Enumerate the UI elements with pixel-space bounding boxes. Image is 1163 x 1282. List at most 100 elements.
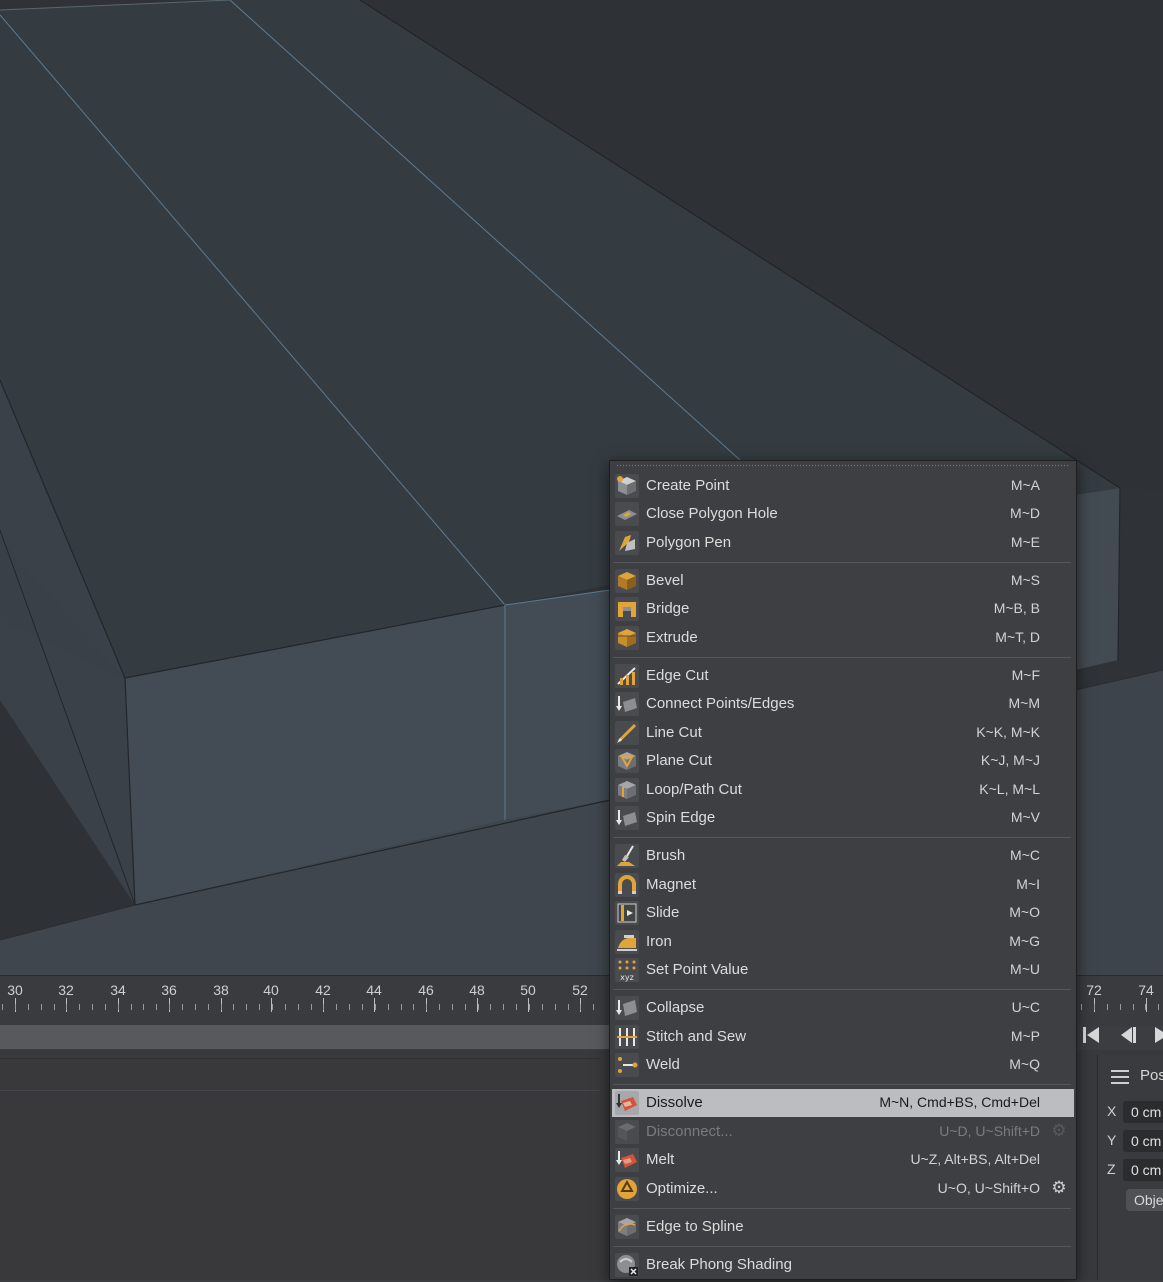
menu-item-line-cut[interactable]: Line Cut K~K, M~K: [612, 719, 1074, 747]
timeline-minor-tick: [465, 1004, 466, 1010]
divider: [0, 1058, 600, 1059]
timeline-minor-tick: [478, 1004, 479, 1010]
timeline-minor-tick: [568, 1004, 569, 1010]
menu-item-edge-cut[interactable]: Edge Cut M~F: [612, 662, 1074, 690]
timeline-major-tick: [1146, 998, 1147, 1012]
menu-item-weld[interactable]: Weld M~Q: [612, 1051, 1074, 1079]
timeline-minor-tick: [388, 1004, 389, 1010]
timeline-minor-tick: [156, 1004, 157, 1010]
timeline-minor-tick: [349, 1004, 350, 1010]
menu-item-slide[interactable]: Slide M~O: [612, 899, 1074, 927]
set-point-value-icon: xyz: [615, 958, 639, 982]
menu-item-label: Slide: [646, 904, 680, 921]
menu-item-stitch-and-sew[interactable]: Stitch and Sew M~P: [612, 1023, 1074, 1051]
melt-icon: [615, 1148, 639, 1172]
timeline-frame-label: 30: [7, 982, 23, 998]
timeline-frame-label: 42: [315, 982, 331, 998]
menu-item-polygon-pen[interactable]: Polygon Pen M~E: [612, 529, 1074, 557]
timeline-minor-tick: [233, 1004, 234, 1010]
gear-icon[interactable]: ⚙: [1050, 1179, 1068, 1197]
menu-item-label: Magnet: [646, 876, 697, 893]
menu-item-disconnect: Disconnect... U~D, U~Shift+D ⚙: [612, 1118, 1074, 1146]
mesh-context-menu: Create Point M~A Close Polygon Hole M~D Poly…: [609, 460, 1077, 1280]
menu-item-edge-to-spline[interactable]: Edge to Spline: [612, 1213, 1074, 1241]
menu-item-label: Melt: [646, 1151, 675, 1168]
menu-item-close-polygon-hole[interactable]: Close Polygon Hole M~D: [612, 500, 1074, 528]
menu-item-loop-path-cut[interactable]: Loop/Path Cut K~L, M~L: [612, 776, 1074, 804]
menu-item-label: Extrude: [646, 629, 698, 646]
menu-item-shortcut: M~B, B: [993, 600, 1040, 616]
menu-item-shortcut: M~Q: [1009, 1056, 1040, 1072]
menu-item-bridge[interactable]: Bridge M~B, B: [612, 595, 1074, 623]
timeline-minor-tick: [208, 1004, 209, 1010]
timeline-minor-tick: [259, 1004, 260, 1010]
timeline-minor-tick: [221, 1004, 222, 1010]
menu-item-label: Set Point Value: [646, 961, 749, 978]
x-label: X: [1107, 1103, 1117, 1119]
play-icon[interactable]: [1152, 1024, 1163, 1046]
create-point-icon: [615, 474, 639, 498]
menu-item-shortcut: M~U: [1010, 961, 1040, 977]
weld-icon: [615, 1053, 639, 1077]
brush-icon: [615, 844, 639, 868]
position-x-field[interactable]: 0 cm: [1123, 1101, 1163, 1123]
timeline-minor-tick: [143, 1004, 144, 1010]
menu-item-label: Stitch and Sew: [646, 1028, 747, 1045]
menu-tearoff-grip[interactable]: [616, 464, 1070, 468]
menu-item-break-phong-shading[interactable]: Break Phong Shading: [612, 1251, 1074, 1279]
menu-item-magnet[interactable]: Magnet M~I: [612, 871, 1074, 899]
previous-frame-icon[interactable]: [1116, 1024, 1138, 1046]
menu-item-label: Plane Cut: [646, 752, 712, 769]
menu-separator: [613, 657, 1071, 658]
timeline-minor-tick: [529, 1004, 530, 1010]
object-mode-dropdown[interactable]: Obje: [1126, 1189, 1163, 1211]
menu-item-spin-edge[interactable]: Spin Edge M~V: [612, 804, 1074, 832]
position-y-field[interactable]: 0 cm: [1123, 1130, 1163, 1152]
menu-item-shortcut: M~I: [1016, 876, 1040, 892]
timeline-scrubber-bar[interactable]: [0, 1025, 610, 1049]
menu-item-shortcut: M~F: [1011, 667, 1040, 683]
timeline-minor-tick: [503, 1004, 504, 1010]
timeline-frame-label: 46: [418, 982, 434, 998]
timeline-minor-tick: [452, 1004, 453, 1010]
timeline-minor-tick: [92, 1004, 93, 1010]
timeline-minor-tick: [542, 1004, 543, 1010]
menu-item-brush[interactable]: Brush M~C: [612, 842, 1074, 870]
position-header: Pos: [1140, 1067, 1163, 1084]
menu-item-set-point-value[interactable]: xyz Set Point Value M~U: [612, 956, 1074, 984]
disconnect-icon: [615, 1120, 639, 1144]
menu-item-optimize[interactable]: Optimize... U~O, U~Shift+O ⚙: [612, 1175, 1074, 1203]
menu-item-plane-cut[interactable]: Plane Cut K~J, M~J: [612, 747, 1074, 775]
menu-item-collapse[interactable]: Collapse U~C: [612, 994, 1074, 1022]
menu-item-melt[interactable]: Melt U~Z, Alt+BS, Alt+Del: [612, 1146, 1074, 1174]
position-z-field[interactable]: 0 cm: [1123, 1159, 1163, 1181]
timeline-minor-tick: [195, 1004, 196, 1010]
menu-item-shortcut: K~J, M~J: [980, 752, 1040, 768]
menu-separator: [613, 837, 1071, 838]
menu-item-dissolve[interactable]: Dissolve M~N, Cmd+BS, Cmd+Del: [612, 1089, 1074, 1117]
go-to-start-icon[interactable]: [1080, 1024, 1102, 1046]
timeline-minor-tick: [413, 1004, 414, 1010]
timeline-minor-tick: [490, 1004, 491, 1010]
timeline-minor-tick: [362, 1004, 363, 1010]
menu-item-iron[interactable]: Iron M~G: [612, 928, 1074, 956]
menu-item-create-point[interactable]: Create Point M~A: [612, 472, 1074, 500]
dissolve-icon: [615, 1091, 639, 1115]
coordinates-panel: Pos X 0 cm Y 0 cm Z 0 cm Obje: [1097, 1055, 1163, 1280]
timeline-minor-tick: [28, 1004, 29, 1010]
timeline-minor-tick: [41, 1004, 42, 1010]
timeline-minor-tick: [323, 1004, 324, 1010]
menu-item-bevel[interactable]: Bevel M~S: [612, 567, 1074, 595]
menu-item-extrude[interactable]: Extrude M~T, D: [612, 624, 1074, 652]
break-phong-shading-icon: [615, 1253, 639, 1277]
menu-separator: [613, 1246, 1071, 1247]
panel-menu-icon[interactable]: [1111, 1070, 1129, 1084]
timeline-minor-tick: [1120, 1004, 1121, 1010]
timeline-minor-tick: [1081, 1004, 1082, 1010]
menu-item-connect-points-edges[interactable]: Connect Points/Edges M~M: [612, 690, 1074, 718]
menu-item-shortcut: M~P: [1010, 1028, 1040, 1044]
menu-item-shortcut: M~O: [1009, 904, 1040, 920]
timeline-minor-tick: [426, 1004, 427, 1010]
menu-item-shortcut: M~G: [1009, 933, 1040, 949]
magnet-icon: [615, 873, 639, 897]
